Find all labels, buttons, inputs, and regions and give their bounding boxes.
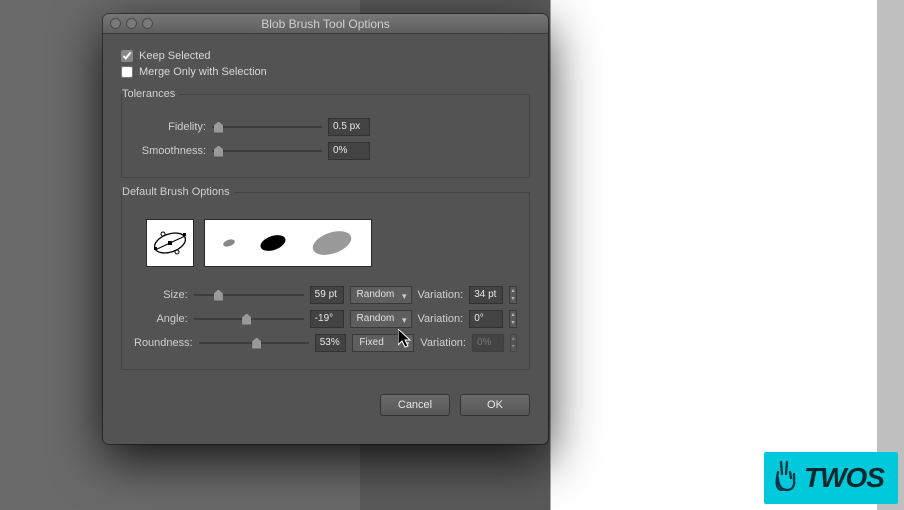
fidelity-row: Fidelity: 0.5 px <box>134 115 517 139</box>
brush-angle-preview[interactable] <box>146 219 194 267</box>
brush-preview-row <box>134 213 517 283</box>
smoothness-row: Smoothness: 0% <box>134 139 517 163</box>
angle-row: Angle: -19° Random Variation: 0° ▴▾ <box>134 307 517 331</box>
window-traffic-lights <box>110 18 153 29</box>
angle-variation-stepper[interactable]: ▴▾ <box>509 310 517 328</box>
size-variation-stepper[interactable]: ▴▾ <box>509 286 517 304</box>
tolerances-group: Tolerances Fidelity: 0.5 px Smoothness: … <box>121 94 530 178</box>
fidelity-label: Fidelity: <box>134 121 206 133</box>
angle-mode-dropdown[interactable]: Random <box>350 310 412 328</box>
size-value[interactable]: 59 pt <box>310 286 344 304</box>
roundness-mode-dropdown[interactable]: Fixed <box>352 334 414 352</box>
blob-brush-options-dialog: Blob Brush Tool Options Keep Selected Me… <box>103 14 548 444</box>
dialog-titlebar[interactable]: Blob Brush Tool Options <box>103 14 548 34</box>
brush-size-preview[interactable] <box>204 219 372 267</box>
size-mode-dropdown[interactable]: Random <box>350 286 412 304</box>
keep-selected-checkbox[interactable] <box>121 50 133 62</box>
close-icon[interactable] <box>110 18 121 29</box>
brand-text: TWOS <box>804 462 884 493</box>
roundness-variation-stepper: ▴▾ <box>510 334 517 352</box>
cancel-button[interactable]: Cancel <box>380 394 450 416</box>
roundness-row: Roundness: 53% Fixed Variation: 0% ▴▾ <box>134 331 517 355</box>
hand-peace-icon <box>772 460 800 492</box>
fidelity-slider[interactable] <box>212 126 322 128</box>
dialog-title: Blob Brush Tool Options <box>261 17 390 31</box>
merge-only-row: Merge Only with Selection <box>121 64 530 80</box>
dialog-buttons: Cancel OK <box>103 384 548 416</box>
smoothness-label: Smoothness: <box>134 145 206 157</box>
tolerances-heading: Tolerances <box>122 88 179 100</box>
angle-variation-value[interactable]: 0° <box>469 310 503 328</box>
angle-value[interactable]: -19° <box>310 310 344 328</box>
angle-variation-label: Variation: <box>418 313 464 325</box>
keep-selected-label: Keep Selected <box>139 50 211 62</box>
roundness-slider[interactable] <box>199 342 309 344</box>
brush-options-heading: Default Brush Options <box>122 186 234 198</box>
keep-selected-row: Keep Selected <box>121 48 530 64</box>
smoothness-value[interactable]: 0% <box>328 142 370 160</box>
default-brush-options-group: Default Brush Options <box>121 192 530 370</box>
size-row: Size: 59 pt Random Variation: 34 pt ▴▾ <box>134 283 517 307</box>
size-variation-value[interactable]: 34 pt <box>469 286 503 304</box>
roundness-label: Roundness: <box>134 337 193 349</box>
roundness-variation-label: Variation: <box>420 337 466 349</box>
smoothness-slider[interactable] <box>212 150 322 152</box>
ok-button[interactable]: OK <box>460 394 530 416</box>
fidelity-value[interactable]: 0.5 px <box>328 118 370 136</box>
roundness-value[interactable]: 53% <box>315 334 347 352</box>
merge-only-label: Merge Only with Selection <box>139 66 267 78</box>
angle-label: Angle: <box>134 313 188 325</box>
merge-only-checkbox[interactable] <box>121 66 133 78</box>
minimize-icon[interactable] <box>126 18 137 29</box>
roundness-variation-value: 0% <box>472 334 504 352</box>
size-slider[interactable] <box>194 294 304 296</box>
size-label: Size: <box>134 289 188 301</box>
size-variation-label: Variation: <box>418 289 464 301</box>
angle-slider[interactable] <box>194 318 304 320</box>
zoom-icon[interactable] <box>142 18 153 29</box>
brand-badge: TWOS <box>764 452 898 504</box>
